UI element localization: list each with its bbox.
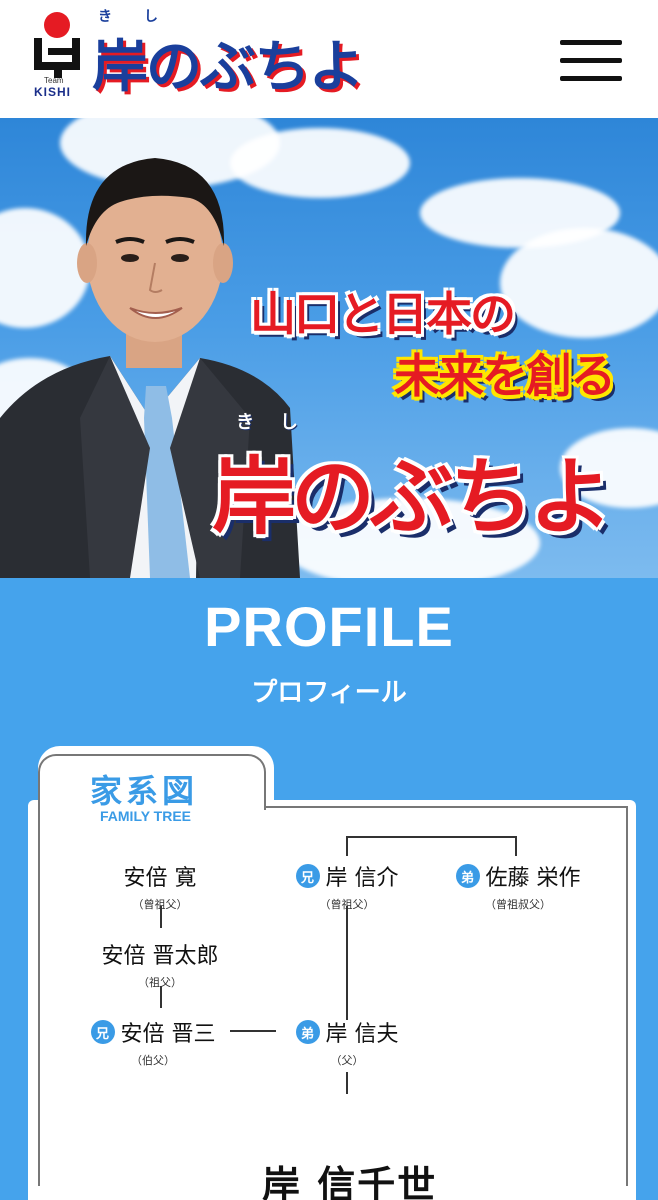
younger-brother-badge: 弟 — [295, 1020, 320, 1044]
member-name: 岸 信介 — [325, 866, 399, 891]
sibling-connector-line — [346, 836, 516, 838]
tree-node-kishi-nobusuke: 兄 岸 信介 （曾祖父） — [272, 860, 422, 912]
hero-banner: 山口と日本の 未来を創る き し 岸のぶちよ — [0, 118, 658, 578]
profile-section: PROFILE プロフィール 家系図 FAMILY TREE 安倍 寛 （曾祖父… — [0, 578, 658, 1200]
hero-candidate-name: 岸のぶちよ — [212, 448, 613, 546]
member-relation: （父） — [330, 1054, 364, 1067]
site-header: Team KISHI き し 岸のぶちよ — [0, 0, 658, 118]
younger-brother-badge: 弟 — [455, 864, 480, 888]
profile-subtitle: プロフィール — [251, 678, 407, 708]
member-name: 安倍 晋三 — [120, 1022, 216, 1047]
menu-bar-top — [560, 40, 622, 45]
member-name: 岸 信夫 — [325, 1022, 399, 1047]
connector-line — [346, 906, 348, 1020]
connector-line — [346, 836, 348, 856]
hero-slogan-line1: 山口と日本の — [250, 287, 516, 341]
cloud — [500, 228, 658, 338]
older-brother-badge: 兄 — [295, 864, 320, 888]
connector-line — [346, 1072, 348, 1094]
member-name: 安倍 寛 — [123, 866, 197, 891]
hero-slogan-line2: 未来を創る — [394, 349, 616, 403]
member-relation: （曾祖父） — [132, 898, 188, 911]
logo-team-text: Team — [44, 76, 64, 85]
family-tree-card: 家系図 FAMILY TREE 安倍 寛 （曾祖父） 兄 岸 信介 （曾祖父） … — [28, 746, 636, 1200]
tree-node-abe-shintaro: 安倍 晋太郎 （祖父） — [80, 938, 240, 990]
logo-kishi-mark-icon — [34, 38, 80, 78]
team-kishi-logo[interactable]: Team KISHI — [28, 12, 86, 99]
main-person-name: 岸 信千世 — [262, 1162, 438, 1200]
tree-node-abe-shinzo: 兄 安倍 晋三 （伯父） — [68, 1016, 238, 1068]
tree-node-sato-eisaku: 弟 佐藤 栄作 （曾祖叔父） — [428, 860, 608, 912]
older-brother-badge: 兄 — [90, 1020, 115, 1044]
tree-node-kishi-nobuo: 弟 岸 信夫 （父） — [272, 1016, 422, 1068]
member-name: 安倍 晋太郎 — [101, 944, 219, 969]
profile-title: PROFILE — [204, 595, 454, 658]
connector-line — [515, 836, 517, 856]
member-relation: （伯父） — [131, 1054, 175, 1067]
menu-bar-bottom — [560, 76, 622, 81]
member-relation: （曾祖父） — [319, 898, 375, 911]
menu-bar-middle — [560, 58, 622, 63]
hamburger-menu-icon[interactable] — [560, 40, 622, 82]
member-name: 佐藤 栄作 — [485, 866, 581, 891]
logo-kishi-text: KISHI — [34, 85, 72, 99]
header-candidate-name[interactable]: 岸のぶちよ — [92, 22, 365, 103]
member-relation: （祖父） — [138, 976, 182, 989]
family-tree-diagram: 安倍 寛 （曾祖父） 兄 岸 信介 （曾祖父） 弟 佐藤 栄作 （曾祖叔父） 安… — [28, 746, 636, 1200]
tree-node-abe-kan: 安倍 寛 （曾祖父） — [100, 860, 220, 912]
member-relation: （曾祖叔父） — [485, 898, 551, 911]
